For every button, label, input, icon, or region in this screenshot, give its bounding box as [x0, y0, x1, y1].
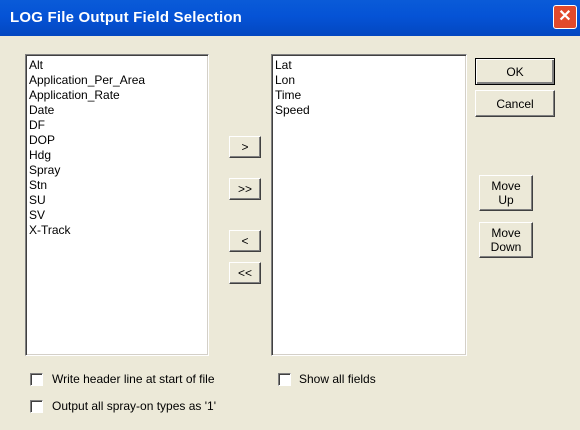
move-down-label-1: Move	[491, 226, 521, 240]
list-item[interactable]: Application_Rate	[29, 88, 208, 103]
list-item[interactable]: Hdg	[29, 148, 208, 163]
add-button[interactable]: >	[229, 136, 261, 158]
remove-all-button[interactable]: <<	[229, 262, 261, 284]
add-all-button[interactable]: >>	[229, 178, 261, 200]
dialog-body: Alt Application_Per_Area Application_Rate D…	[3, 36, 577, 427]
show-all-fields-label[interactable]: Show all fields	[299, 372, 376, 386]
move-down-label-2: Down	[490, 240, 522, 254]
move-up-button[interactable]: Move Up	[479, 175, 533, 211]
write-header-label[interactable]: Write header line at start of file	[52, 372, 215, 386]
spray-on-label[interactable]: Output all spray-on types as '1'	[52, 399, 216, 413]
show-all-fields-checkbox[interactable]	[278, 373, 291, 386]
list-item[interactable]: Speed	[275, 103, 466, 118]
available-fields-list[interactable]: Alt Application_Per_Area Application_Rate D…	[25, 54, 209, 356]
list-item[interactable]: SV	[29, 208, 208, 223]
list-item[interactable]: DOP	[29, 133, 208, 148]
list-item[interactable]: Date	[29, 103, 208, 118]
selected-fields-list[interactable]: Lat Lon Time Speed	[271, 54, 467, 356]
ok-button[interactable]: OK	[475, 58, 555, 85]
list-item[interactable]: SU	[29, 193, 208, 208]
list-item[interactable]: Alt	[29, 58, 208, 73]
cancel-button[interactable]: Cancel	[475, 90, 555, 117]
list-item[interactable]: Time	[275, 88, 466, 103]
remove-button[interactable]: <	[229, 230, 261, 252]
window-title: LOG File Output Field Selection	[10, 9, 243, 26]
close-icon[interactable]: ✕	[553, 5, 577, 29]
move-up-label-2: Up	[498, 193, 514, 207]
move-down-button[interactable]: Move Down	[479, 222, 533, 258]
list-item[interactable]: Stn	[29, 178, 208, 193]
spray-on-checkbox[interactable]	[30, 400, 43, 413]
list-item[interactable]: Lon	[275, 73, 466, 88]
title-bar[interactable]: LOG File Output Field Selection ✕	[0, 0, 580, 36]
write-header-checkbox[interactable]	[30, 373, 43, 386]
list-item[interactable]: DF	[29, 118, 208, 133]
move-up-label-1: Move	[491, 179, 521, 193]
list-item[interactable]: Lat	[275, 58, 466, 73]
list-item[interactable]: Spray	[29, 163, 208, 178]
list-item[interactable]: Application_Per_Area	[29, 73, 208, 88]
list-item[interactable]: X-Track	[29, 223, 208, 238]
